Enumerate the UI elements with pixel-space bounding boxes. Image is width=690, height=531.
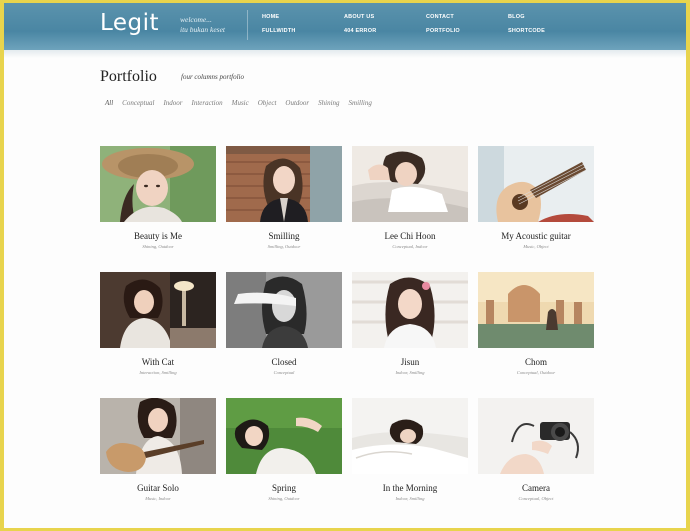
portfolio-item[interactable]: Closed Conceptual: [226, 272, 342, 375]
portfolio-filters: All Conceptual Indoor Interaction Music …: [105, 99, 381, 107]
portfolio-item[interactable]: Spring Shining, Outdoor: [226, 398, 342, 501]
tagline-line-1: welcome...: [180, 15, 212, 24]
item-title[interactable]: Spring: [226, 483, 342, 493]
item-title[interactable]: In the Morning: [352, 483, 468, 493]
item-title[interactable]: My Acoustic guitar: [478, 231, 594, 241]
item-title[interactable]: Beauty is Me: [100, 231, 216, 241]
page-title: Portfolio: [100, 68, 157, 85]
item-title[interactable]: Camera: [478, 483, 594, 493]
site-header: Legit welcome... itu bukan keset HOME FU…: [4, 3, 686, 50]
portfolio-item[interactable]: Smilling Smilling, Outdoor: [226, 146, 342, 249]
header-divider: [247, 10, 248, 40]
portfolio-item[interactable]: Chom Conceptual, Outdoor: [478, 272, 594, 375]
filter-conceptual[interactable]: Conceptual: [122, 99, 154, 107]
site-tagline: welcome... itu bukan keset: [180, 15, 250, 35]
item-tags: Conceptual, Indoor: [392, 244, 428, 249]
nav-home[interactable]: HOME: [262, 14, 279, 20]
portfolio-item[interactable]: Camera Conceptual, Object: [478, 398, 594, 501]
filter-interaction[interactable]: Interaction: [192, 99, 223, 107]
photo-woman-leather-jacket-icon[interactable]: [226, 146, 342, 222]
filter-outdoor[interactable]: Outdoor: [285, 99, 309, 107]
photo-blindfolded-woman-icon[interactable]: [226, 272, 342, 348]
nav-blog[interactable]: BLOG: [508, 14, 525, 20]
photo-girl-on-grass-icon[interactable]: [226, 398, 342, 474]
nav-fullwidth[interactable]: FULLWIDTH: [262, 28, 296, 34]
photo-woman-in-white-bed-icon[interactable]: [352, 398, 468, 474]
filter-shining[interactable]: Shining: [318, 99, 339, 107]
portfolio-item[interactable]: Lee Chi Hoon Conceptual, Indoor: [352, 146, 468, 249]
nav-404-error[interactable]: 404 ERROR: [344, 28, 376, 34]
photo-woman-at-desk-icon[interactable]: [100, 272, 216, 348]
photo-hands-with-camera-icon[interactable]: [478, 398, 594, 474]
photo-palace-lake-icon[interactable]: [478, 272, 594, 348]
item-tags: Music, Object: [523, 244, 549, 249]
item-title[interactable]: With Cat: [100, 357, 216, 367]
filter-object[interactable]: Object: [258, 99, 277, 107]
portfolio-item[interactable]: My Acoustic guitar Music, Object: [478, 146, 594, 249]
item-title[interactable]: Lee Chi Hoon: [352, 231, 468, 241]
item-tags: Interaction, Smilling: [139, 370, 177, 375]
tagline-line-2: itu bukan keset: [180, 25, 225, 34]
portfolio-item[interactable]: In the Morning Indoor, Smilling: [352, 398, 468, 501]
nav-portfolio[interactable]: PORTFOLIO: [426, 28, 460, 34]
item-tags: Shining, Outdoor: [142, 244, 174, 249]
nav-about-us[interactable]: ABOUT US: [344, 14, 374, 20]
item-title[interactable]: Jisun: [352, 357, 468, 367]
portfolio-item[interactable]: Beauty is Me Shining, Outdoor: [100, 146, 216, 249]
item-tags: Indoor, Smilling: [395, 370, 425, 375]
item-title[interactable]: Chom: [478, 357, 594, 367]
photo-woman-portrait-icon[interactable]: [352, 272, 468, 348]
item-tags: Smilling, Outdoor: [267, 244, 301, 249]
item-tags: Conceptual, Outdoor: [516, 370, 556, 375]
nav-shortcode[interactable]: SHORTCODE: [508, 28, 545, 34]
photo-woman-with-guitar-icon[interactable]: [100, 398, 216, 474]
filter-indoor[interactable]: Indoor: [163, 99, 182, 107]
page-subtitle: four columns portfolio: [181, 73, 245, 81]
item-tags: Shining, Outdoor: [268, 496, 300, 501]
filter-music[interactable]: Music: [232, 99, 249, 107]
header-shadow: [4, 50, 686, 58]
item-title[interactable]: Smilling: [226, 231, 342, 241]
photo-man-lying-in-bed-icon[interactable]: [352, 146, 468, 222]
item-tags: Indoor, Smilling: [395, 496, 425, 501]
item-tags: Conceptual: [273, 370, 295, 375]
item-tags: Conceptual, Object: [518, 496, 554, 501]
photo-woman-straw-hat-icon[interactable]: [100, 146, 216, 222]
page: Legit welcome... itu bukan keset HOME FU…: [4, 3, 686, 528]
portfolio-item[interactable]: Guitar Solo Music, Indoor: [100, 398, 216, 501]
site-logo[interactable]: Legit: [100, 10, 159, 36]
photo-acoustic-guitar-icon[interactable]: [478, 146, 594, 222]
portfolio-item[interactable]: With Cat Interaction, Smilling: [100, 272, 216, 375]
item-tags: Music, Indoor: [145, 496, 171, 501]
item-title[interactable]: Closed: [226, 357, 342, 367]
item-title[interactable]: Guitar Solo: [100, 483, 216, 493]
portfolio-item[interactable]: Jisun Indoor, Smilling: [352, 272, 468, 375]
filter-all[interactable]: All: [105, 99, 113, 107]
filter-smilling[interactable]: Smilling: [349, 99, 372, 107]
nav-contact[interactable]: CONTACT: [426, 14, 454, 20]
